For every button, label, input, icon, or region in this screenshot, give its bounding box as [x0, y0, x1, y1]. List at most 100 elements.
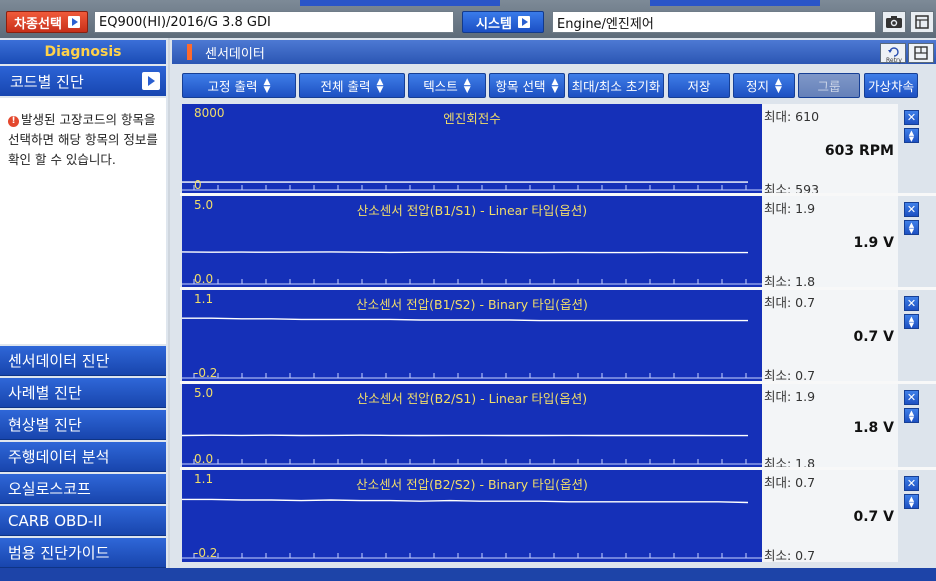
- close-icon[interactable]: ✕: [904, 110, 919, 125]
- graph-title: 산소센서 전압(B1/S2) - Binary 타입(옵션): [356, 297, 588, 312]
- camera-icon: [886, 16, 902, 28]
- camera-button[interactable]: [882, 11, 906, 33]
- up-down-arrow-icon[interactable]: ▲ ▼: [904, 494, 919, 509]
- graph-y-max-label: 5.0: [194, 198, 214, 212]
- group-button[interactable]: 그룹: [798, 73, 860, 98]
- close-icon[interactable]: ✕: [904, 390, 919, 405]
- system-value: Engine/엔진제어: [557, 16, 654, 32]
- alert-icon: !: [8, 116, 19, 127]
- chevron-right-icon[interactable]: [142, 72, 160, 90]
- graph-y-max-label: 1.1: [194, 472, 214, 486]
- toolbar-label: 가상차속: [867, 79, 914, 94]
- sidebar-item-case-diagnosis[interactable]: 사례별 진단: [0, 378, 166, 408]
- close-icon[interactable]: ✕: [904, 476, 919, 491]
- stop-dropdown[interactable]: 정지 ▲ ▼: [733, 73, 795, 98]
- updown-caret-icon: ▲ ▼: [376, 76, 384, 95]
- sidebar-item-general-guide[interactable]: 범용 진단가이드: [0, 538, 166, 568]
- save-button[interactable]: 저장: [668, 73, 730, 98]
- retry-icon: Retry: [886, 47, 902, 64]
- min-value: 최소: 0.7: [764, 548, 816, 563]
- max-value: 최대: 0.7: [764, 295, 816, 310]
- up-down-arrow-icon[interactable]: ▲ ▼: [904, 314, 919, 329]
- graph-y-min-label: 0: [194, 178, 202, 192]
- max-value: 최대: 0.7: [764, 475, 816, 490]
- max-value: 최대: 1.9: [764, 389, 816, 404]
- info-text: 발생된 고장코드의 항목을 선택하면 해당 항목의 정보를 확인 할 수 있습니…: [8, 112, 158, 167]
- sidebar-item-label: 센서데이터 진단: [8, 352, 110, 370]
- retry-button[interactable]: Retry: [880, 43, 906, 64]
- toolbar-label: 그룹: [817, 79, 841, 94]
- sidebar-item-label: CARB OBD-II: [8, 511, 103, 530]
- up-down-arrow-icon[interactable]: ▲ ▼: [904, 220, 919, 235]
- section-marker: [187, 44, 192, 60]
- sidebar-item-label: 범용 진단가이드: [8, 544, 110, 562]
- sensor-value-panel: 최대: 0.7 0.7 V 최소: 0.7: [762, 470, 898, 563]
- layout-button[interactable]: [908, 43, 934, 63]
- reset-minmax-button[interactable]: 최대/최소 초기화: [568, 73, 664, 98]
- item-select-dropdown[interactable]: 항목 선택 ▲ ▼: [489, 73, 565, 98]
- graph-y-max-label: 1.1: [194, 292, 214, 306]
- chevron-right-icon: [517, 16, 530, 28]
- sidebar-item-sensor-data[interactable]: 센서데이터 진단: [0, 346, 166, 376]
- sensor-graph: 산소센서 전압(B1/S1) - Linear 타입(옵션) 5.0 0.0: [182, 196, 762, 288]
- sidebar-item-label: 현상별 진단: [8, 416, 82, 434]
- system-field[interactable]: Engine/엔진제어: [552, 11, 876, 33]
- graph-y-min-label: 0.0: [194, 452, 214, 466]
- virtual-speed-button[interactable]: 가상차속: [864, 73, 918, 98]
- sidebar-item-carb-obd[interactable]: CARB OBD-II: [0, 506, 166, 536]
- toolbar-label: 텍스트: [423, 79, 458, 94]
- graph-y-min-label: -0.2: [194, 366, 218, 380]
- settings-button[interactable]: [910, 11, 934, 33]
- current-value: 603 RPM: [824, 143, 894, 159]
- section-title: 센서데이터: [205, 46, 265, 62]
- system-select-label: 시스템: [476, 16, 512, 32]
- vehicle-select-button[interactable]: 차종선택: [6, 11, 88, 33]
- sidebar-item-label: 주행데이터 분석: [8, 448, 110, 466]
- sidebar-item-symptom-diagnosis[interactable]: 현상별 진단: [0, 410, 166, 440]
- sensor-value-panel: 최대: 0.7 0.7 V 최소: 0.7: [762, 290, 898, 383]
- sidebar-item-oscilloscope[interactable]: 오실로스코프: [0, 474, 166, 504]
- sidebar-item-label: 코드별 진단: [10, 72, 84, 91]
- updown-caret-icon: ▲ ▼: [263, 76, 271, 95]
- close-icon[interactable]: ✕: [904, 296, 919, 311]
- graph-y-min-label: -0.2: [194, 546, 218, 560]
- fixed-output-dropdown[interactable]: 고정 출력 ▲ ▼: [182, 73, 296, 98]
- vehicle-field[interactable]: EQ900(HI)/2016/G 3.8 GDI: [94, 11, 454, 33]
- sidebar-item-label: 사례별 진단: [8, 384, 82, 402]
- updown-caret-icon: ▲ ▼: [775, 76, 782, 95]
- graph-title: 산소센서 전압(B1/S1) - Linear 타입(옵션): [356, 203, 588, 218]
- top-strip: [650, 0, 820, 6]
- toolbar-label: 항목 선택: [495, 79, 546, 94]
- sidebar-item-driving-data[interactable]: 주행데이터 분석: [0, 442, 166, 472]
- toolbar-label: 전체 출력: [320, 79, 371, 94]
- system-select-button[interactable]: 시스템: [462, 11, 544, 33]
- toolbar-label: 고정 출력: [207, 79, 258, 94]
- up-down-arrow-icon[interactable]: ▲ ▼: [904, 128, 919, 143]
- up-down-arrow-icon[interactable]: ▲ ▼: [904, 408, 919, 423]
- vehicle-select-label: 차종선택: [14, 16, 62, 32]
- series-line: [182, 498, 749, 504]
- settings-icon: [915, 15, 929, 29]
- full-output-dropdown[interactable]: 전체 출력 ▲ ▼: [299, 73, 405, 98]
- updown-caret-icon: ▲ ▼: [551, 76, 559, 95]
- series-line: [182, 317, 748, 322]
- sensor-value-panel: 최대: 1.9 1.8 V 최소: 1.8: [762, 384, 898, 471]
- close-icon[interactable]: ✕: [904, 202, 919, 217]
- graph-title: 엔진회전수: [443, 111, 501, 126]
- series-line: [182, 251, 748, 254]
- retry-label: Retry: [886, 57, 902, 64]
- graph-y-max-label: 8000: [194, 106, 225, 120]
- top-strip: [300, 0, 500, 6]
- sensor-graph: 엔진회전수 8000 0: [182, 104, 762, 194]
- graph-title: 산소센서 전압(B2/S2) - Binary 타입(옵션): [356, 477, 588, 492]
- text-dropdown[interactable]: 텍스트 ▲ ▼: [408, 73, 486, 98]
- taskbar: [0, 568, 936, 581]
- sidebar-item-label: 오실로스코프: [8, 480, 91, 498]
- sensor-graph: 산소센서 전압(B2/S2) - Binary 타입(옵션) 1.1 -0.2: [182, 470, 762, 562]
- current-value: 0.7 V: [853, 329, 894, 345]
- section-bar: [172, 40, 936, 64]
- toolbar-label: 최대/최소 초기화: [571, 79, 661, 94]
- sensor-value-panel: 최대: 610 603 RPM 최소: 593: [762, 104, 898, 197]
- sensor-value-panel: 최대: 1.9 1.9 V 최소: 1.8: [762, 196, 898, 289]
- current-value: 0.7 V: [853, 509, 894, 525]
